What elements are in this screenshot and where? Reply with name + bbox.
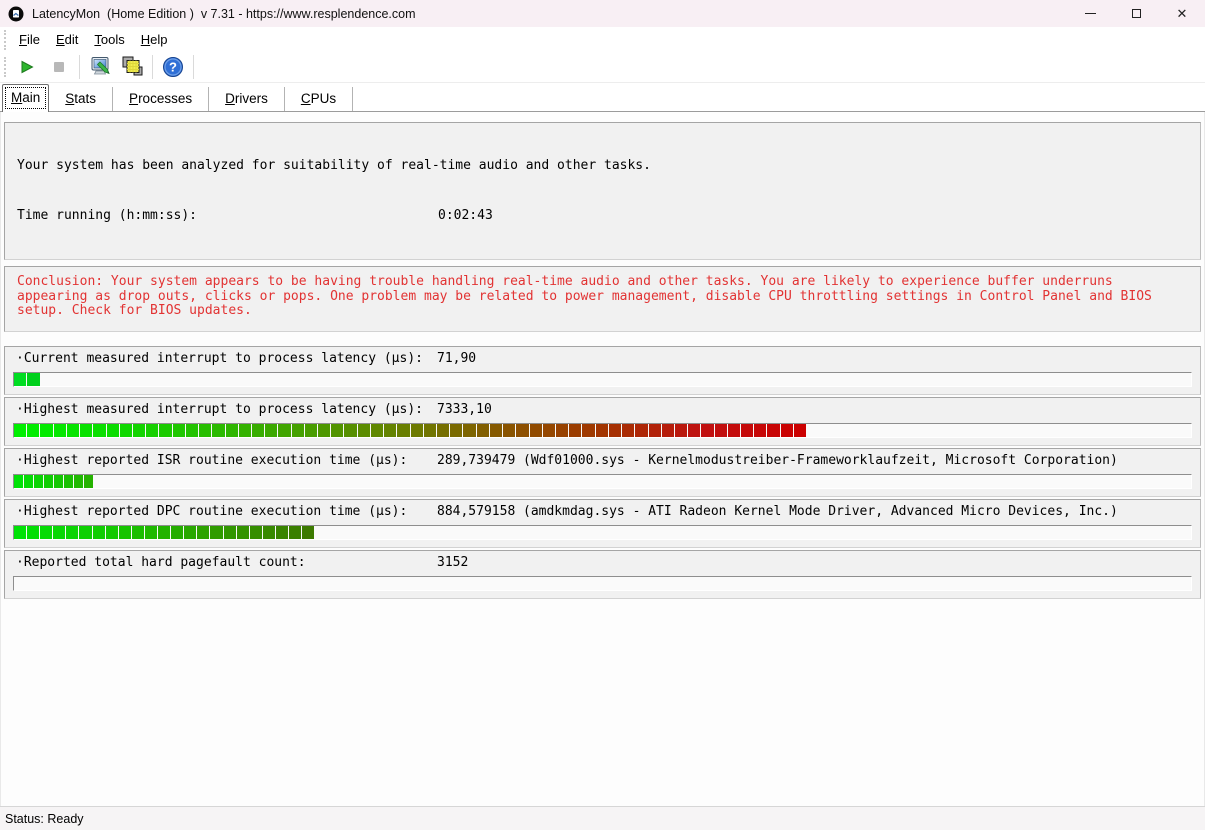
meter-bar-fill — [14, 424, 806, 437]
tab-cpus[interactable]: CPUs — [285, 87, 353, 111]
meter-highest-latency: ·Highest measured interrupt to process l… — [4, 397, 1201, 446]
meter-value: 71,90 — [437, 350, 523, 368]
toolbar-grip[interactable] — [4, 57, 7, 77]
menu-bar: FileEditToolsHelp — [0, 27, 1205, 52]
title-bar: LatencyMon (Home Edition ) v 7.31 - http… — [0, 0, 1205, 27]
play-icon — [20, 60, 34, 74]
window-controls: ✕ — [1067, 0, 1205, 27]
report-button[interactable] — [116, 54, 148, 80]
latencymon-window: { "window": { "title": "LatencyMon (Home… — [0, 0, 1205, 830]
main-tab-page: Your system has been analyzed for suitab… — [0, 112, 1205, 806]
menu-help[interactable]: Help — [133, 29, 176, 50]
conclusion-line: setup. Check for BIOS updates. — [17, 304, 1188, 319]
tab-main[interactable]: Main — [2, 84, 49, 112]
window-title: LatencyMon (Home Edition ) v 7.31 - http… — [32, 7, 416, 21]
close-button[interactable]: ✕ — [1159, 0, 1205, 27]
meter-bar-track — [13, 423, 1192, 438]
minimize-icon — [1085, 13, 1096, 14]
maximize-button[interactable] — [1113, 0, 1159, 27]
meter-label: ·Reported total hard pagefault count: — [16, 554, 437, 572]
start-monitor-button[interactable] — [11, 54, 43, 80]
meter-label: ·Highest measured interrupt to process l… — [16, 401, 437, 419]
status-bar: Status: Ready — [0, 806, 1205, 830]
meter-value: 7333,10 — [437, 401, 523, 419]
meter-current-latency: ·Current measured interrupt to process l… — [4, 346, 1201, 395]
menu-tools[interactable]: Tools — [86, 29, 132, 50]
meter-value: 3152 — [437, 554, 523, 572]
tab-drivers[interactable]: Drivers — [209, 87, 285, 111]
conclusion-line: Conclusion: Your system appears to be ha… — [17, 275, 1188, 290]
close-icon: ✕ — [1177, 7, 1188, 20]
stop-monitor-button[interactable] — [43, 54, 75, 80]
menu-file[interactable]: File — [11, 29, 48, 50]
meter-bar-track — [13, 474, 1192, 489]
meter-driver-detail: (amdkmdag.sys - ATI Radeon Kernel Mode D… — [523, 503, 1118, 521]
meter-bar-fill — [14, 475, 93, 488]
minimize-button[interactable] — [1067, 0, 1113, 27]
options-button[interactable] — [84, 54, 116, 80]
analysis-summary-text: Your system has been analyzed for suitab… — [17, 156, 1188, 176]
tab-stats[interactable]: Stats — [49, 87, 113, 111]
maximize-icon — [1132, 9, 1141, 18]
meter-value: 289,739479 — [437, 452, 523, 470]
stop-icon — [53, 61, 65, 73]
meter-label: ·Current measured interrupt to process l… — [16, 350, 437, 368]
meter-label: ·Highest reported ISR routine execution … — [16, 452, 437, 470]
meter-value: 884,579158 — [437, 503, 523, 521]
meter-label: ·Highest reported DPC routine execution … — [16, 503, 437, 521]
time-running-value: 0:02:43 — [438, 206, 493, 226]
toolbar-separator — [79, 55, 80, 79]
meter-bar-fill — [14, 526, 314, 539]
conclusion-panel: Conclusion: Your system appears to be ha… — [4, 266, 1201, 332]
meter-bar-track — [13, 576, 1192, 591]
toolbar-separator — [152, 55, 153, 79]
help-button[interactable]: ? — [157, 54, 189, 80]
question-mark-icon: ? — [162, 56, 184, 78]
meter-highest-isr: ·Highest reported ISR routine execution … — [4, 448, 1201, 497]
time-running-label: Time running (h:mm:ss): — [17, 206, 438, 226]
meter-highest-dpc: ·Highest reported DPC routine execution … — [4, 499, 1201, 548]
tab-strip: MainStatsProcessesDriversCPUs — [0, 83, 1205, 112]
analysis-summary-panel: Your system has been analyzed for suitab… — [4, 122, 1201, 260]
meter-bar-fill — [14, 373, 40, 386]
layered-squares-icon — [120, 55, 144, 79]
meter-pagefault-count: ·Reported total hard pagefault count:315… — [4, 550, 1201, 599]
conclusion-line: appearing as drop outs, clicks or pops. … — [17, 290, 1188, 305]
toolbar: ? — [0, 52, 1205, 83]
menubar-grip[interactable] — [4, 30, 7, 50]
svg-text:?: ? — [169, 60, 177, 75]
meter-driver-detail: (Wdf01000.sys - Kernelmodustreiber-Frame… — [523, 452, 1118, 470]
meters-section: ·Current measured interrupt to process l… — [4, 346, 1201, 599]
meter-bar-track — [13, 525, 1192, 540]
toolbar-separator — [193, 55, 194, 79]
latencymon-logo-icon — [8, 6, 24, 22]
tab-processes[interactable]: Processes — [113, 87, 209, 111]
status-text: Status: Ready — [5, 812, 84, 826]
monitor-pen-icon — [88, 55, 112, 79]
meter-bar-track — [13, 372, 1192, 387]
menu-edit[interactable]: Edit — [48, 29, 86, 50]
